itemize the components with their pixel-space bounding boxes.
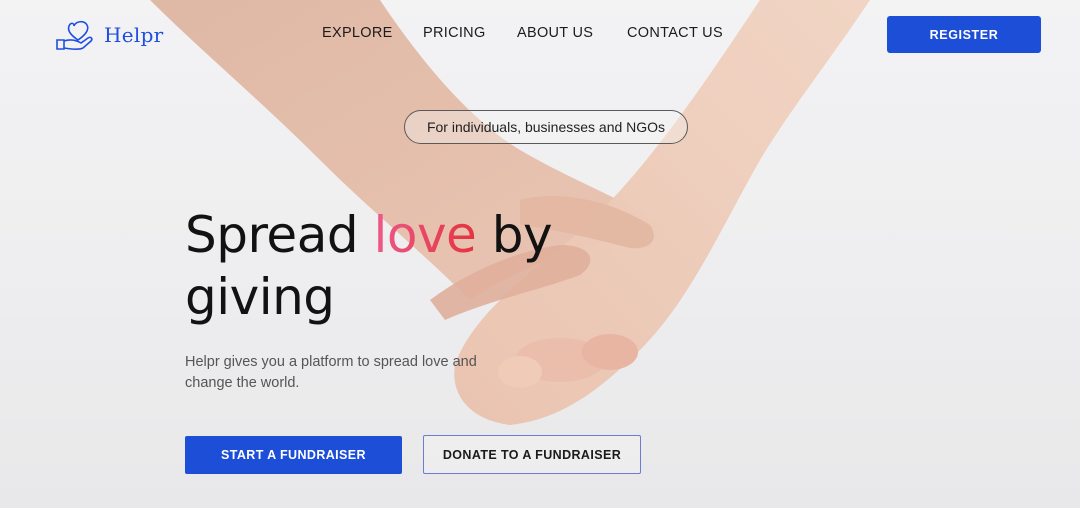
hero-title-line2: giving xyxy=(185,268,335,326)
nav-contact-us[interactable]: CONTACT US xyxy=(627,25,723,41)
nav-about-us[interactable]: ABOUT US xyxy=(517,25,593,41)
hero-title: Spread love by giving xyxy=(185,204,553,328)
register-button[interactable]: REGISTER xyxy=(887,16,1041,53)
hero-title-part1: Spread xyxy=(185,206,374,264)
audience-badge: For individuals, businesses and NGOs xyxy=(404,110,688,144)
donate-fundraiser-button[interactable]: DONATE TO A FUNDRAISER xyxy=(423,435,641,474)
hero-title-part2: by xyxy=(476,206,553,264)
hero-subtitle: Helpr gives you a platform to spread lov… xyxy=(185,354,477,391)
start-fundraiser-button[interactable]: START A FUNDRAISER xyxy=(185,436,402,474)
hero-title-highlight: love xyxy=(373,206,477,264)
nav-explore[interactable]: EXPLORE xyxy=(322,25,393,41)
nav-pricing[interactable]: PRICING xyxy=(423,25,486,41)
